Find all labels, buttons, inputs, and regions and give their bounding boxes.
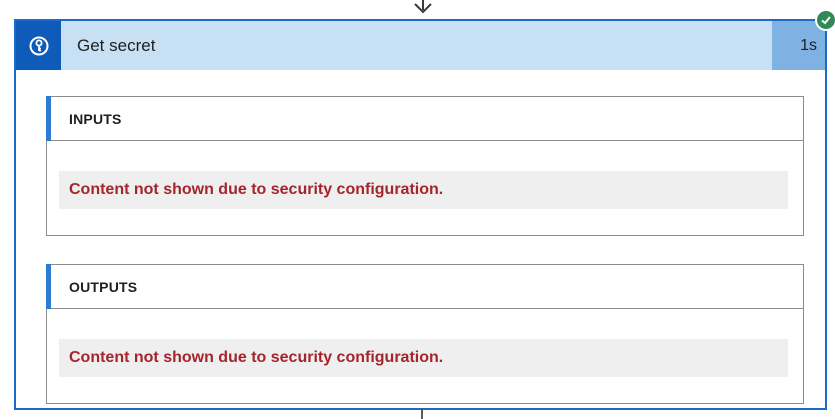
connector-line bbox=[421, 408, 423, 419]
outputs-section-body: Content not shown due to security config… bbox=[47, 309, 803, 403]
action-title: Get secret bbox=[77, 35, 156, 55]
inputs-section-body: Content not shown due to security config… bbox=[47, 141, 803, 235]
action-card[interactable]: Get secret 1s INPUTS Content not shown d… bbox=[14, 19, 827, 410]
success-check-icon bbox=[815, 9, 835, 31]
outputs-section[interactable]: OUTPUTS Content not shown due to securit… bbox=[46, 264, 804, 404]
inputs-security-message: Content not shown due to security config… bbox=[69, 181, 444, 198]
outputs-security-message: Content not shown due to security config… bbox=[69, 349, 444, 366]
action-header[interactable]: Get secret 1s bbox=[16, 21, 825, 70]
outputs-message-box: Content not shown due to security config… bbox=[59, 339, 788, 377]
inputs-section[interactable]: INPUTS Content not shown due to security… bbox=[46, 96, 804, 236]
workflow-canvas: Get secret 1s INPUTS Content not shown d… bbox=[0, 0, 835, 419]
inputs-section-title: INPUTS bbox=[69, 110, 122, 127]
action-duration: 1s bbox=[772, 21, 825, 70]
inputs-message-box: Content not shown due to security config… bbox=[59, 171, 788, 209]
key-vault-icon bbox=[16, 21, 61, 70]
outputs-section-title: OUTPUTS bbox=[69, 278, 138, 295]
connector-arrow-icon bbox=[414, 0, 432, 14]
duration-label: 1s bbox=[800, 36, 817, 54]
outputs-section-header[interactable]: OUTPUTS bbox=[46, 264, 803, 309]
inputs-section-header[interactable]: INPUTS bbox=[46, 96, 803, 141]
